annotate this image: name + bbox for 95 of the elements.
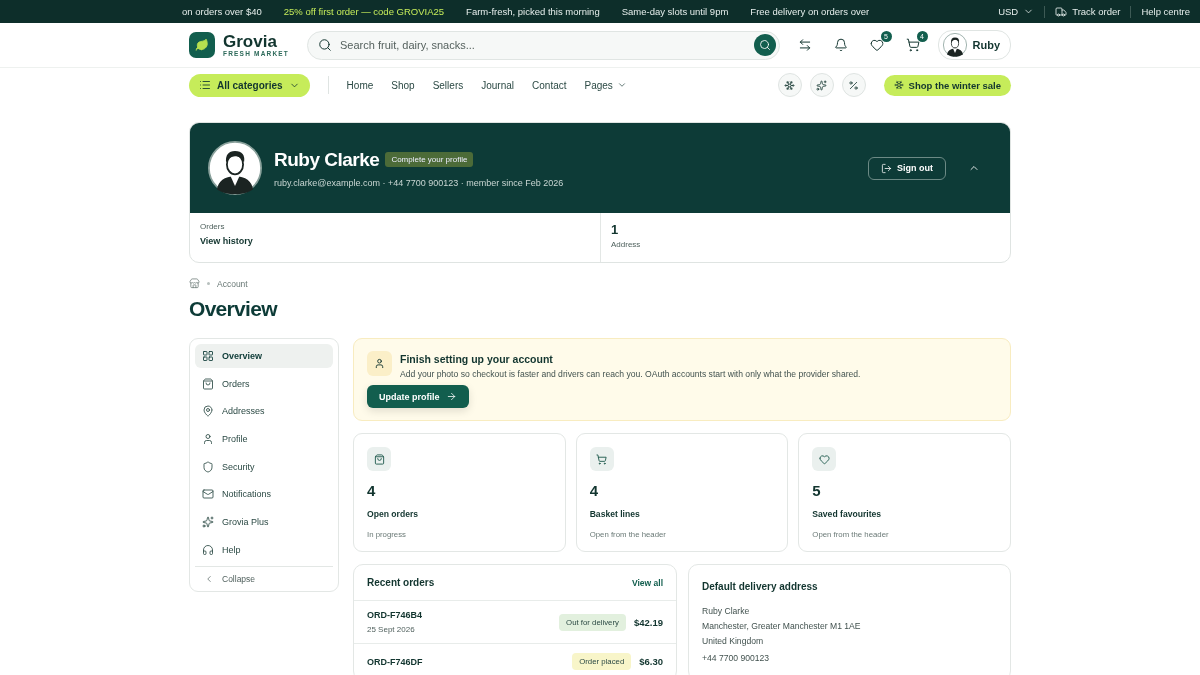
profile-badge: Complete your profile [385,152,474,167]
help-link[interactable]: Help centre [1141,6,1190,17]
account-button[interactable]: Ruby [937,30,1011,60]
setup-title: Finish setting up your account [400,353,554,365]
view-all-link[interactable]: View all [631,577,663,588]
update-profile-button[interactable]: Update profile [367,385,469,408]
sidebar-item[interactable]: Notifications [195,482,333,507]
card-title: Default delivery address [702,581,819,592]
card-title: Recent orders [367,577,435,588]
search-bar[interactable]: Search fruit, dairy, snacks... [307,30,780,60]
snowflake-icon [784,79,796,91]
categories-button[interactable]: All categories [189,73,310,97]
track-order-link[interactable]: Track order [1055,5,1121,18]
nav-link[interactable]: Contact [532,79,567,91]
view-history-link[interactable]: View history [200,236,590,246]
arrow-right-icon [445,391,457,402]
sparkles-icon [816,79,828,91]
avatar-icon [942,33,967,57]
order-total: $6.30 [639,656,663,667]
snowflake-icon [893,80,904,90]
search-icon [758,39,771,51]
order-total: $42.19 [633,616,663,628]
nav-link[interactable]: Sellers [432,79,464,91]
promo-message: 25% off first order — code GROVIA25 [283,6,445,17]
stat-value: 5 [812,482,822,499]
brand-name: Grovia [223,33,278,50]
nav-link[interactable]: Journal [481,79,515,91]
bag-icon [202,377,214,390]
sign-out-button[interactable]: Sign out [868,156,946,180]
cart-icon [905,38,920,52]
stat-value: 4 [589,482,599,499]
sidebar-item[interactable]: Overview [195,344,333,368]
promo-message: on orders over $40 [182,6,262,17]
sidebar-item[interactable]: Grovia Plus [195,510,333,535]
address-phone: +44 7700 900123 [702,653,771,663]
map-pin-icon [202,405,214,418]
breadcrumb-item: Account [217,278,248,289]
stat-label: Open orders [367,509,420,519]
nav-link[interactable]: Home [346,79,374,91]
profile-name: Ruby Clarke [274,148,380,171]
sidebar-item[interactable]: Profile [195,427,333,452]
order-id: ORD-F746B4 [367,610,422,620]
arrows-icon [797,38,812,52]
bag-icon [367,447,391,471]
grid-icon [202,350,214,362]
logo-icon [189,32,215,58]
currency-selector[interactable]: USD [998,6,1035,17]
promo-message: Free delivery on orders over [750,6,870,17]
snowflake-button[interactable] [777,73,802,97]
collapse-link[interactable]: Collapse [195,565,333,586]
stat-label: Address [611,240,642,249]
list-icon [199,79,211,91]
nav-link[interactable]: Pages [584,79,627,91]
stat-value: 1 [611,222,620,237]
order-date: 25 Sept 2026 [367,625,416,634]
person-icon [367,351,392,376]
sign-out-icon [881,162,892,174]
store-icon [189,278,200,289]
chevron-left-icon [204,573,214,584]
promo-message: Farm-fresh, picked this morning [466,6,600,17]
stat-label: Orders [200,222,226,231]
sidebar-item[interactable]: Orders [195,371,333,396]
address-line: Manchester, Greater Manchester M1 1AE [702,621,862,631]
sparkles-icon [202,516,214,529]
profile-details: ruby.clarke@example.com · +44 7700 900123 · member since Feb 2026 [274,177,564,188]
stat-value: 4 [367,482,377,499]
heart-icon [869,38,884,52]
sparkles-button[interactable] [809,73,834,97]
bell-icon [833,38,848,52]
sidebar-item[interactable]: Help [195,537,333,562]
address-line: Ruby Clarke [702,606,751,616]
chevron-down-icon [616,80,627,90]
page-title: Overview [189,297,279,321]
percent-button[interactable] [841,73,866,97]
search-button[interactable] [753,34,776,56]
stat-label: Saved favourites [812,509,883,519]
sidebar-item[interactable]: Security [195,454,333,479]
order-id: ORD-F746DF [367,656,423,667]
sidebar-item[interactable]: Addresses [195,399,333,424]
shield-icon [202,460,214,473]
stat-label: Basket lines [589,509,641,519]
search-icon [318,38,332,52]
percent-icon [848,79,860,91]
search-field[interactable]: Search fruit, dairy, snacks... [338,38,748,52]
sale-button[interactable]: Shop the winter sale [883,74,1011,96]
headphones-icon [202,543,214,556]
truck-icon [1055,5,1068,18]
avatar-icon [208,141,262,195]
nav-link[interactable]: Shop [391,79,415,91]
cart-icon [589,447,614,471]
person-icon [202,433,214,446]
promo-message: Same-day slots until 9pm [621,6,729,17]
mail-icon [202,488,214,501]
address-line: United Kingdom [702,636,765,646]
setup-text: Add your photo so checkout is faster and drivers can reach you. OAuth accounts start with only what the provider shared. [400,369,861,379]
